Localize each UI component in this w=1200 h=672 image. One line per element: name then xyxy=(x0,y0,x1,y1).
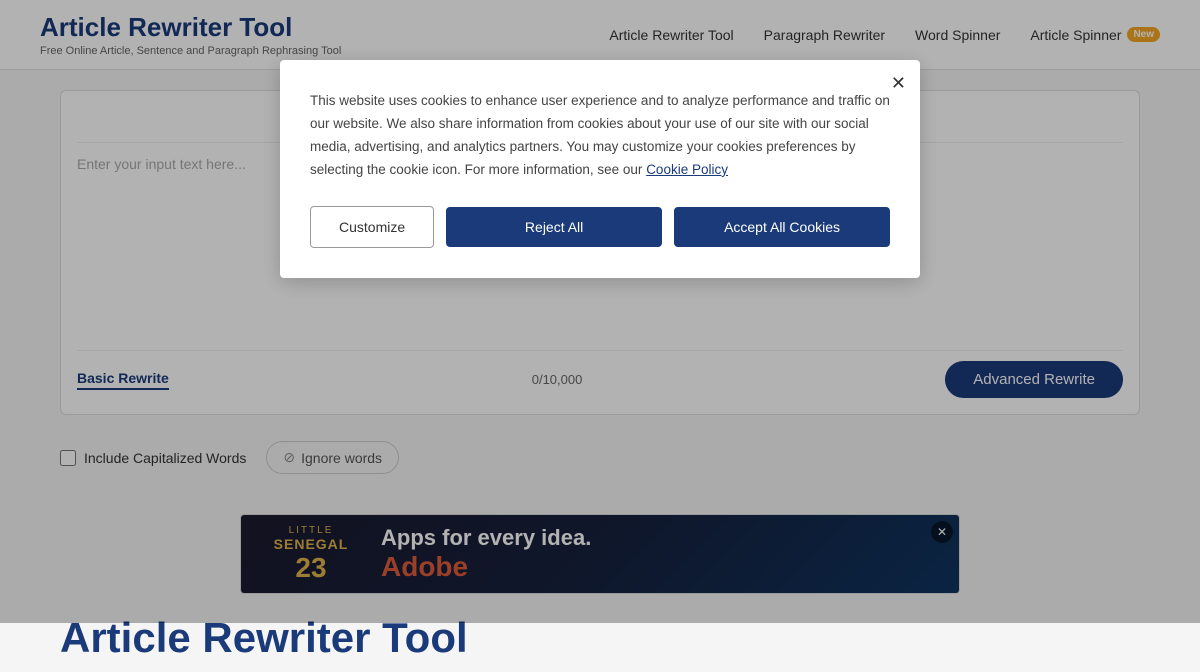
cookie-policy-link[interactable]: Cookie Policy xyxy=(646,162,728,177)
cookie-overlay: ✕ This website uses cookies to enhance u… xyxy=(0,0,1200,623)
accept-all-button[interactable]: Accept All Cookies xyxy=(674,207,890,247)
cookie-text: This website uses cookies to enhance use… xyxy=(310,90,890,182)
cookie-buttons: Customize Reject All Accept All Cookies xyxy=(310,206,890,248)
cookie-modal: ✕ This website uses cookies to enhance u… xyxy=(280,60,920,278)
reject-all-button[interactable]: Reject All xyxy=(446,207,662,247)
cookie-close-button[interactable]: ✕ xyxy=(891,74,906,92)
customize-button[interactable]: Customize xyxy=(310,206,434,248)
